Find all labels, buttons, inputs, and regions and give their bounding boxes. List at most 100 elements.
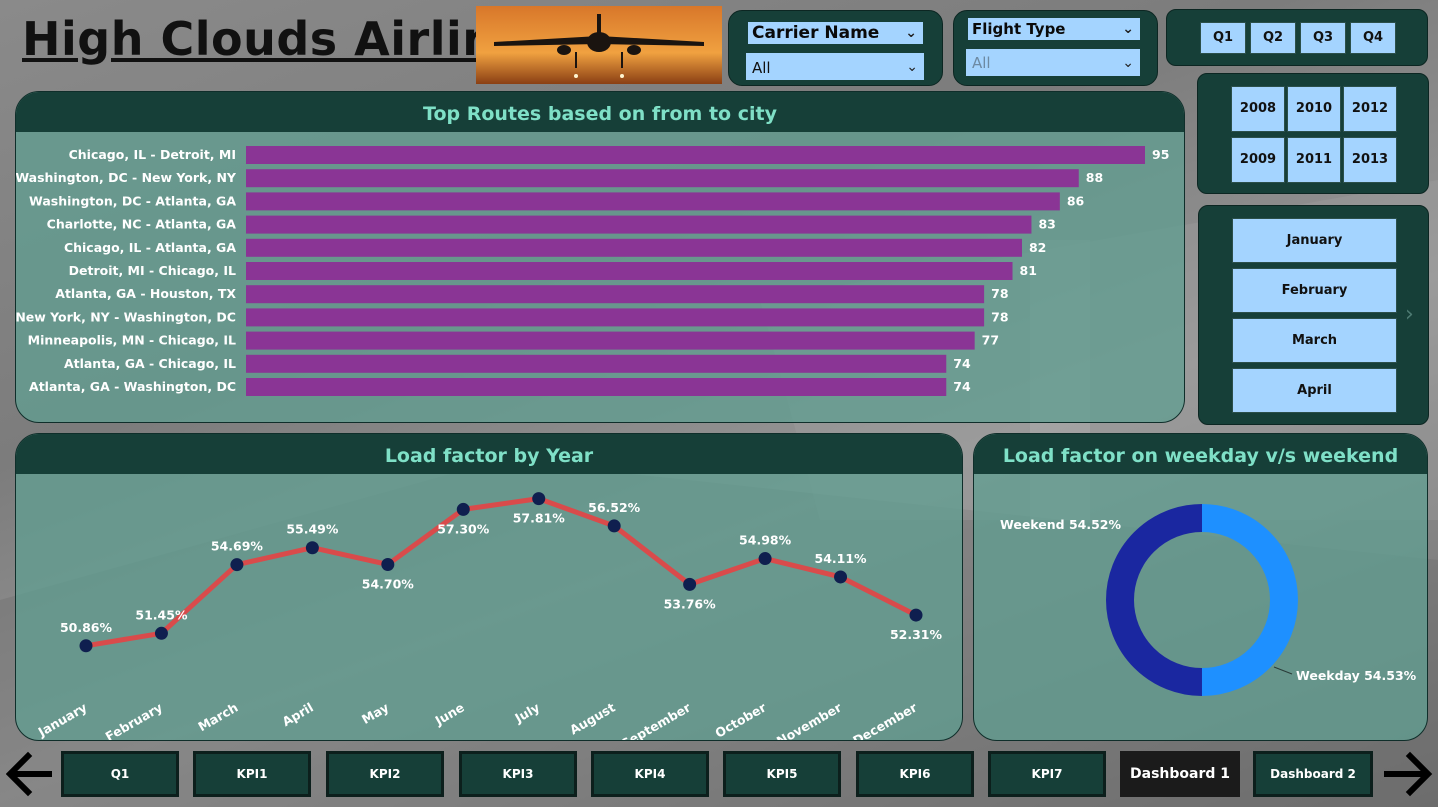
- route-label: Washington, DC - New York, NY: [16, 170, 237, 185]
- month-tick-label: November: [774, 699, 845, 740]
- nav-button-kpi2[interactable]: KPI2: [326, 751, 444, 797]
- nav-button-kpi5[interactable]: KPI5: [723, 751, 841, 797]
- load-point[interactable]: [607, 519, 621, 533]
- routes-chart-title: Top Routes based on from to city: [16, 92, 1184, 132]
- load-point[interactable]: [683, 577, 697, 591]
- nav-label: KPI2: [369, 767, 401, 781]
- route-bar[interactable]: [246, 354, 947, 373]
- arrow-right-icon[interactable]: [1383, 750, 1434, 798]
- month-button-april[interactable]: April: [1232, 368, 1397, 413]
- nav-button-dashboard-1[interactable]: Dashboard 1: [1120, 751, 1240, 797]
- route-value-label: 78: [991, 286, 1008, 301]
- route-bar[interactable]: [246, 146, 1145, 164]
- nav-button-q1[interactable]: Q1: [61, 751, 179, 797]
- year-label: 2009: [1239, 152, 1277, 167]
- quarter-button-q1[interactable]: Q1: [1200, 22, 1246, 54]
- weekday-chart-title: Load factor on weekday v/s weekend: [974, 434, 1427, 474]
- year-button-2011[interactable]: 2011: [1287, 137, 1341, 183]
- route-value-label: 74: [953, 379, 971, 394]
- month-label: January: [1286, 233, 1343, 248]
- month-button-february[interactable]: February: [1232, 268, 1397, 313]
- month-label: April: [1297, 383, 1332, 398]
- load-value-label: 52.31%: [890, 627, 943, 642]
- load-series-line: [85, 496, 918, 649]
- load-point[interactable]: [381, 557, 395, 571]
- carrier-dropdown[interactable]: All ⌄: [746, 53, 924, 80]
- flight-type-dropdown[interactable]: All ⌄: [966, 49, 1140, 76]
- year-button-2012[interactable]: 2012: [1343, 86, 1397, 132]
- load-point[interactable]: [532, 492, 546, 506]
- load-value-label: 57.30%: [437, 521, 490, 536]
- quarter-button-q3[interactable]: Q3: [1300, 22, 1346, 54]
- nav-label: Dashboard 1: [1130, 766, 1230, 782]
- nav-button-kpi1[interactable]: KPI1: [193, 751, 311, 797]
- month-tick-label: January: [35, 700, 90, 740]
- flight-type-slicer-title: Flight Type: [972, 20, 1066, 38]
- route-bar[interactable]: [246, 378, 947, 396]
- load-point[interactable]: [909, 608, 923, 622]
- chevron-down-icon: ⌄: [1122, 21, 1134, 37]
- nav-button-kpi7[interactable]: KPI7: [988, 751, 1106, 797]
- load-point[interactable]: [834, 570, 848, 584]
- quarter-button-q2[interactable]: Q2: [1250, 22, 1296, 54]
- nav-label: KPI6: [899, 767, 931, 781]
- year-button-2013[interactable]: 2013: [1343, 137, 1397, 183]
- nav-label: KPI7: [1031, 767, 1063, 781]
- load-point[interactable]: [305, 541, 319, 555]
- route-bar[interactable]: [246, 169, 1079, 188]
- route-bar[interactable]: [246, 331, 975, 350]
- month-tick-label: October: [712, 699, 769, 740]
- chevron-down-icon: ⌄: [1122, 54, 1134, 71]
- route-value-label: 78: [991, 309, 1008, 324]
- donut-slice-weekend[interactable]: [1106, 504, 1203, 696]
- route-value-label: 83: [1038, 217, 1055, 232]
- route-label: Detroit, MI - Chicago, IL: [69, 263, 236, 278]
- year-button-2008[interactable]: 2008: [1231, 86, 1285, 132]
- month-tick-label: June: [432, 700, 467, 729]
- carrier-slicer-header[interactable]: Carrier Name ⌄: [748, 22, 923, 44]
- load-point[interactable]: [456, 502, 470, 516]
- flight-type-slicer-header[interactable]: Flight Type ⌄: [968, 18, 1140, 40]
- donut-slice-weekday[interactable]: [1201, 504, 1298, 696]
- load-point[interactable]: [758, 552, 772, 566]
- year-label: 2010: [1295, 101, 1333, 116]
- nav-button-kpi3[interactable]: KPI3: [459, 751, 577, 797]
- year-button-2010[interactable]: 2010: [1287, 86, 1341, 132]
- route-bar[interactable]: [246, 192, 1060, 211]
- carrier-dropdown-value: All: [752, 59, 771, 77]
- load-value-label: 54.70%: [362, 576, 415, 591]
- route-label: Chicago, IL - Detroit, MI: [69, 147, 236, 162]
- nav-button-kpi6[interactable]: KPI6: [856, 751, 974, 797]
- nav-label: Q1: [110, 767, 130, 781]
- nav-label: KPI4: [634, 767, 666, 781]
- weekend-label: Weekend 54.52%: [1000, 517, 1121, 532]
- load-value-label: 54.11%: [815, 551, 868, 566]
- load-point[interactable]: [230, 558, 244, 572]
- load-value-label: 54.69%: [211, 539, 264, 554]
- month-label: February: [1281, 283, 1348, 298]
- load-point[interactable]: [79, 639, 93, 653]
- route-value-label: 95: [1152, 147, 1169, 162]
- arrow-left-icon[interactable]: [5, 750, 53, 798]
- quarter-button-q4[interactable]: Q4: [1350, 22, 1396, 54]
- route-bar[interactable]: [246, 262, 1013, 280]
- chevron-right-icon[interactable]: ›: [1405, 302, 1414, 327]
- route-label: Atlanta, GA - Houston, TX: [55, 286, 236, 301]
- load-chart-title: Load factor by Year: [16, 434, 962, 474]
- route-bar[interactable]: [246, 238, 1022, 257]
- nav-button-kpi4[interactable]: KPI4: [591, 751, 709, 797]
- nav-button-dashboard-2[interactable]: Dashboard 2: [1253, 751, 1373, 797]
- load-point[interactable]: [154, 626, 168, 640]
- load-value-label: 50.86%: [60, 620, 113, 635]
- nav-label: KPI1: [236, 767, 268, 781]
- month-tick-label: December: [850, 699, 920, 740]
- route-label: Charlotte, NC - Atlanta, GA: [47, 217, 237, 232]
- month-tick-label: August: [567, 700, 618, 738]
- quarter-label: Q2: [1262, 30, 1284, 45]
- route-bar[interactable]: [246, 308, 985, 327]
- month-button-january[interactable]: January: [1232, 218, 1397, 263]
- year-button-2009[interactable]: 2009: [1231, 137, 1285, 183]
- route-bar[interactable]: [246, 215, 1032, 234]
- route-bar[interactable]: [246, 285, 985, 304]
- month-button-march[interactable]: March: [1232, 318, 1397, 363]
